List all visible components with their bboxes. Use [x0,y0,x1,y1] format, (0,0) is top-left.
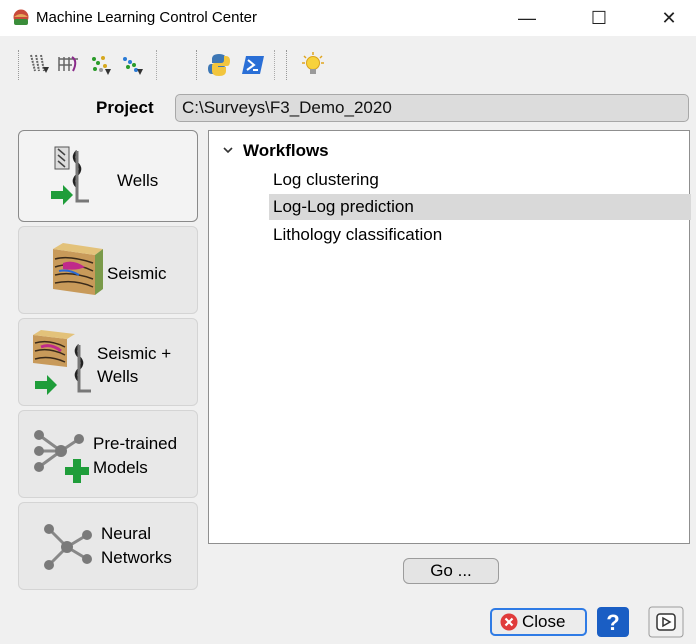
sidebar-item-wells[interactable]: Wells [18,130,198,222]
close-x-icon [500,613,518,631]
sidebar-item-label-line2: Wells [97,367,139,386]
tree-item-lithology-classification[interactable]: Lithology classification [271,222,442,248]
log-export-icon[interactable] [56,49,82,79]
close-button[interactable]: Close [490,608,587,636]
toolbar-grip[interactable] [18,50,23,80]
workflow-tree[interactable]: Workflows Log clustering Log-Log predict… [208,130,691,544]
app-logo-icon [13,9,29,25]
sidebar-item-label: Seismic [107,264,167,283]
well-log-import-icon[interactable] [26,49,52,79]
wells-icon [51,146,89,205]
project-label: Project [96,98,154,117]
powershell-icon[interactable] [240,49,266,79]
tree-item-log-log-prediction[interactable]: Log-Log prediction [269,194,691,220]
help-glyph: ? [606,610,619,635]
toolbar-grip[interactable] [286,50,291,80]
sidebar-item-label-line2: Networks [101,548,172,567]
scatter-import-icon[interactable] [120,49,146,79]
seismic-wells-icon [33,330,91,395]
project-path-field[interactable]: C:\Surveys\F3_Demo_2020 [175,94,689,122]
sidebar-item-neural-networks[interactable]: Neural Networks [18,502,198,590]
close-window-button[interactable]: ✕ [646,0,692,36]
sidebar-item-label-line2: Models [93,458,148,477]
toolbar-separator [156,50,159,80]
tree-item-log-clustering[interactable]: Log clustering [271,167,379,193]
seismic-cube-icon [53,243,103,295]
toolbar-separator [274,50,277,80]
sidebar-item-label-line1: Seismic + [97,344,172,363]
help-icon[interactable]: ? [596,606,630,638]
sidebar-item-label-line1: Neural [101,524,152,543]
python-icon[interactable] [206,49,232,79]
sidebar-item-label-line1: Pre-trained [93,434,178,453]
minimize-button[interactable]: — [504,0,550,36]
sidebar-item-seismic-wells[interactable]: Seismic + Wells [18,318,198,406]
cluster-points-icon[interactable] [88,49,114,79]
chevron-down-icon[interactable] [221,143,235,157]
sidebar-item-seismic[interactable]: Seismic [18,226,198,314]
title-bar: Machine Learning Control Center — ☐ ✕ [0,0,696,36]
maximize-button[interactable]: ☐ [576,0,622,36]
window-title: Machine Learning Control Center [36,9,257,26]
toolbar-grip[interactable] [196,50,201,80]
tree-root-workflows[interactable]: Workflows [243,141,329,161]
close-button-label: Close [522,612,566,631]
sidebar-item-pretrained-models[interactable]: Pre-trained Models [18,410,198,498]
video-tutorial-icon[interactable] [648,606,684,638]
lightbulb-icon[interactable] [300,49,326,79]
go-button[interactable]: Go ... [403,558,499,584]
pretrained-network-icon [34,430,89,483]
sidebar-item-label: Wells [117,171,159,190]
neural-network-icon [44,524,92,570]
